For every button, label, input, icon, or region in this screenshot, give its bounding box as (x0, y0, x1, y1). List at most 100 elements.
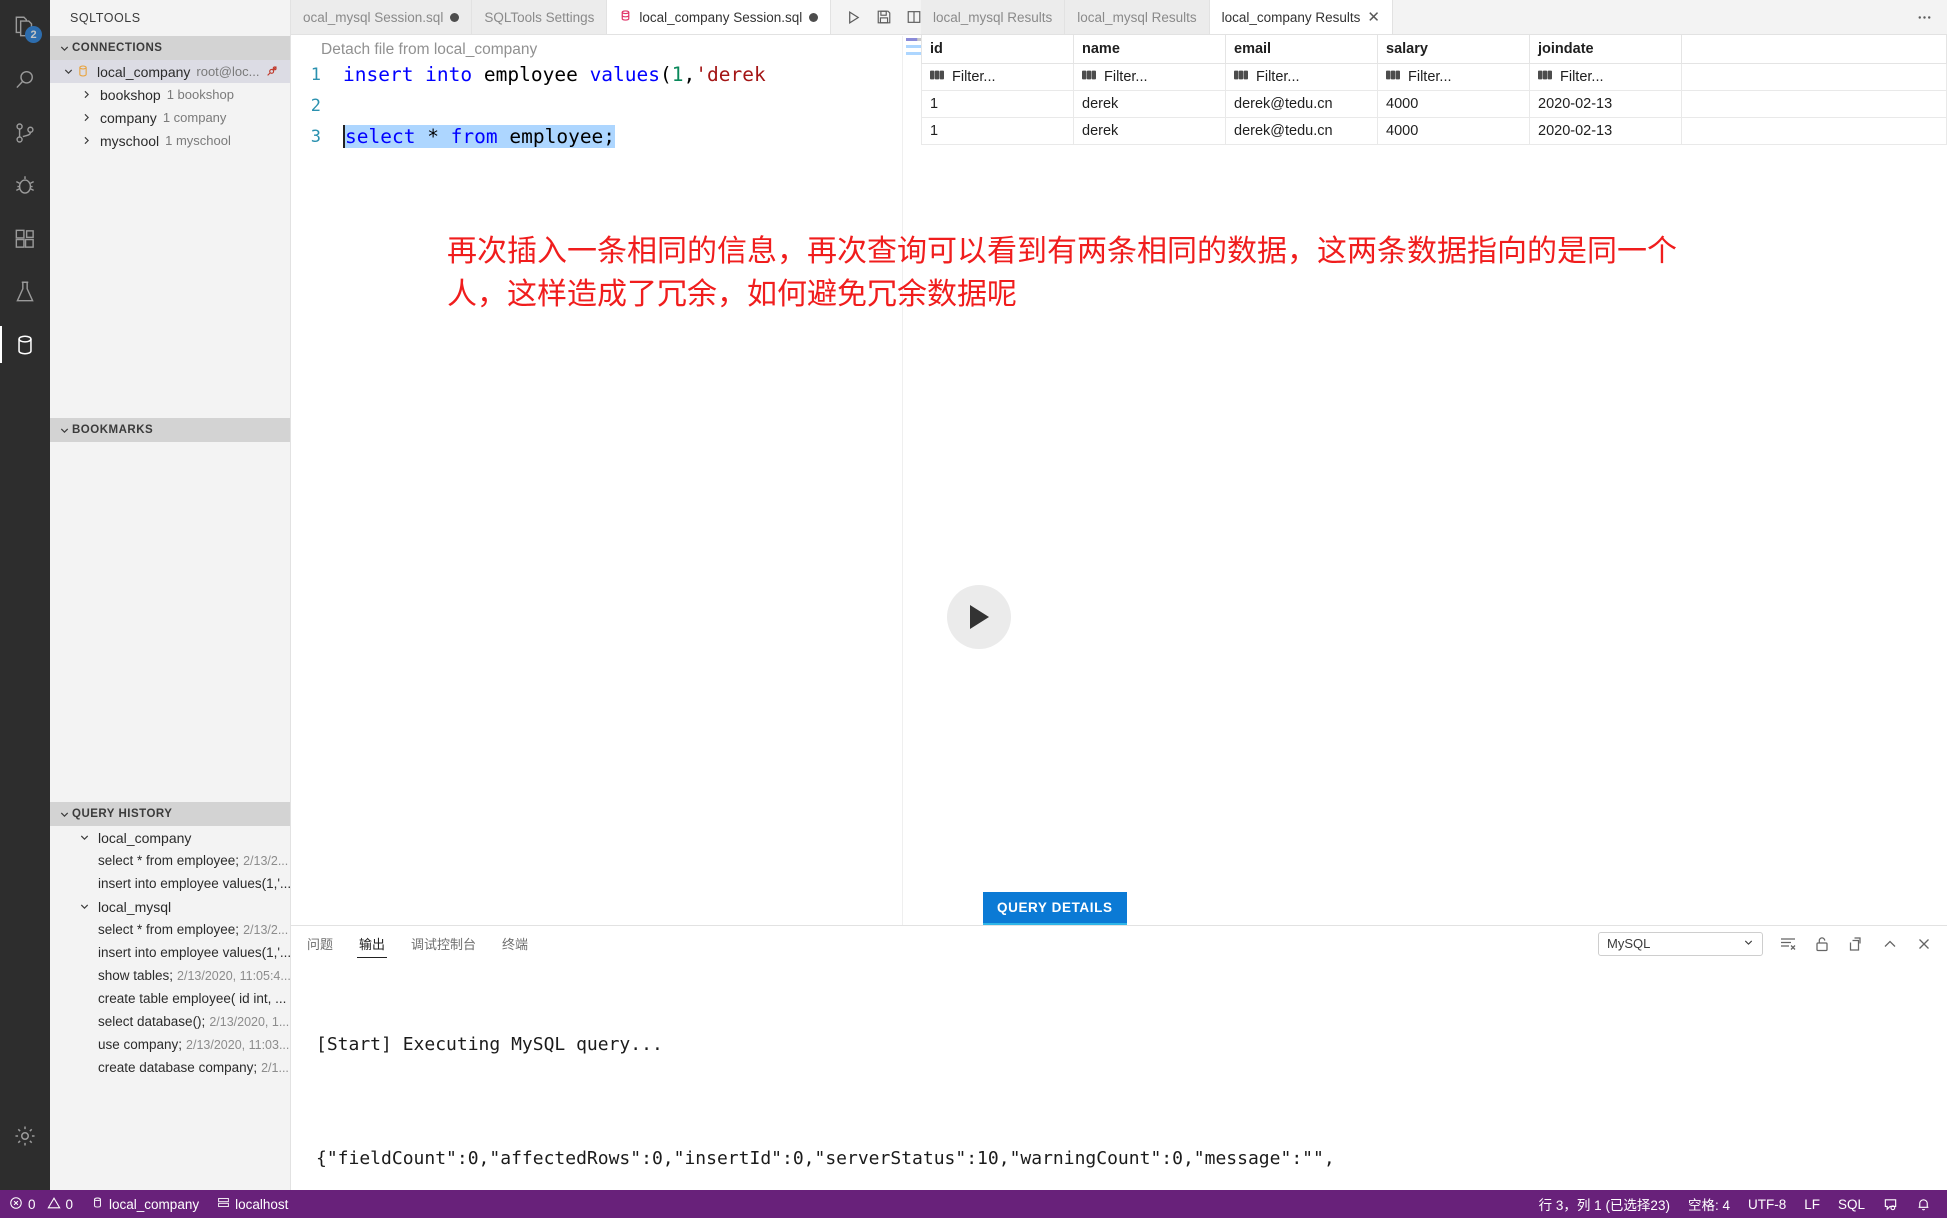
explorer-badge: 2 (25, 26, 42, 43)
history-item[interactable]: show tables; 2/13/2020, 11:05:4... (50, 964, 290, 987)
section-header-bookmarks[interactable]: BOOKMARKS (50, 418, 290, 442)
run-query-icon[interactable] (845, 9, 862, 26)
output-channel-select[interactable]: MySQL (1598, 931, 1763, 956)
cell-email[interactable]: derek@tedu.cn (1225, 117, 1378, 145)
column-header-salary[interactable]: salary (1377, 35, 1530, 64)
video-play-button[interactable] (947, 585, 1011, 649)
editor-content[interactable]: Detach file from local_company 1 insert … (291, 35, 921, 925)
editor-tab-sqltools-settings[interactable]: SQLTools Settings (472, 0, 608, 34)
filter-cell-email[interactable]: Filter... (1225, 63, 1378, 91)
results-tab-local-company[interactable]: local_company Results ✕ (1209, 0, 1393, 34)
more-actions-icon[interactable] (1916, 9, 1933, 26)
filter-cell-name[interactable]: Filter... (1073, 63, 1226, 91)
column-header-id[interactable]: id (921, 35, 1074, 64)
open-in-editor-icon[interactable] (1847, 935, 1865, 953)
status-cursor-position[interactable]: 行 3，列 1 (已选择23) (1530, 1190, 1679, 1218)
filter-cell-joindate[interactable]: Filter... (1529, 63, 1682, 91)
cell-email[interactable]: derek@tedu.cn (1225, 90, 1378, 118)
sidebar-db-bookshop[interactable]: bookshop 1 bookshop (50, 83, 290, 106)
cell-joindate[interactable]: 2020-02-13 (1529, 90, 1682, 118)
activity-item-run-and-debug[interactable] (0, 159, 50, 212)
activity-item-explorer[interactable]: 2 (0, 0, 50, 53)
cell-id[interactable]: 1 (921, 117, 1074, 145)
codelens-detach-file[interactable]: Detach file from local_company (291, 35, 921, 61)
history-item[interactable]: select database(); 2/13/2020, 1... (50, 1010, 290, 1033)
filter-cell-id[interactable]: Filter... (921, 63, 1074, 91)
activity-item-source-control[interactable] (0, 106, 50, 159)
history-group-local-company[interactable]: local_company (50, 826, 290, 849)
history-item[interactable]: insert into employee values(1,'... (50, 941, 290, 964)
history-item[interactable]: select * from employee; 2/13/2... (50, 849, 290, 872)
db-detail: 1 company (162, 110, 227, 125)
cell-id[interactable]: 1 (921, 90, 1074, 118)
column-header-name[interactable]: name (1073, 35, 1226, 64)
status-feedback[interactable] (1874, 1190, 1907, 1218)
column-header-joindate[interactable]: joindate (1529, 35, 1682, 64)
activity-item-testing[interactable] (0, 265, 50, 318)
panel-tab-output[interactable]: 输出 (357, 930, 388, 958)
cell-salary[interactable]: 4000 (1377, 117, 1530, 145)
history-item[interactable]: insert into employee values(1,'... (50, 872, 290, 895)
results-tab-local-mysql-2[interactable]: local_mysql Results (1065, 0, 1210, 34)
code-token: from (450, 125, 510, 148)
results-grid-container: id name email salary joindate Filter... (921, 35, 1947, 925)
section-header-query-history[interactable]: QUERY HISTORY (50, 802, 290, 826)
history-timestamp: 2/13/2... (243, 922, 289, 937)
panel-tab-problems[interactable]: 问题 (305, 930, 335, 957)
sidebar-db-myschool[interactable]: myschool 1 myschool (50, 129, 290, 152)
connected-plug-icon[interactable] (265, 64, 281, 80)
status-language-mode[interactable]: SQL (1829, 1190, 1874, 1218)
panel-tab-debug-console[interactable]: 调试控制台 (409, 930, 478, 957)
status-indentation[interactable]: 空格: 4 (1679, 1190, 1739, 1218)
output-console[interactable]: [Start] Executing MySQL query... {"field… (291, 961, 1933, 1190)
cell-name[interactable]: derek (1073, 90, 1226, 118)
save-icon[interactable] (876, 9, 892, 25)
filter-placeholder: Filter... (1104, 69, 1148, 85)
clear-output-icon[interactable] (1779, 935, 1797, 953)
editor-tab-local-mysql-session[interactable]: ocal_mysql Session.sql (291, 0, 473, 34)
history-item[interactable]: select * from employee; 2/13/2... (50, 918, 290, 941)
close-icon[interactable]: ✕ (1367, 10, 1380, 25)
lock-scroll-icon[interactable] (1813, 935, 1831, 953)
status-server[interactable]: localhost (208, 1190, 297, 1218)
close-icon[interactable] (1915, 935, 1933, 953)
abc-filter-icon (1234, 69, 1250, 85)
vscode-window: 2 SQLTOOLS CONNECTIONS local_company roo… (0, 0, 1947, 1218)
connection-local-company[interactable]: local_company root@loc... (50, 60, 290, 83)
split-editor-icon[interactable] (906, 9, 922, 25)
history-item[interactable]: use company; 2/13/2020, 11:03... (50, 1033, 290, 1056)
cell-salary[interactable]: 4000 (1377, 90, 1530, 118)
column-header-email[interactable]: email (1225, 35, 1378, 64)
panel-tab-terminal[interactable]: 终端 (500, 930, 530, 957)
editor-tab-local-company-session[interactable]: local_company Session.sql (607, 0, 832, 34)
query-details-button[interactable]: QUERY DETAILS (983, 892, 1127, 925)
cell-joindate[interactable]: 2020-02-13 (1529, 117, 1682, 145)
chevron-up-icon[interactable] (1881, 935, 1899, 953)
cell-name[interactable]: derek (1073, 117, 1226, 145)
activity-item-sqltools-database[interactable] (0, 318, 50, 371)
history-item[interactable]: create database company; 2/1... (50, 1056, 290, 1079)
history-group-local-mysql[interactable]: local_mysql (50, 895, 290, 918)
status-problems[interactable]: 0 0 (0, 1190, 82, 1218)
sidebar-db-company[interactable]: company 1 company (50, 106, 290, 129)
activity-item-search[interactable] (0, 53, 50, 106)
activity-item-extensions[interactable] (0, 212, 50, 265)
results-grid: id name email salary joindate Filter... (921, 35, 1947, 145)
status-encoding[interactable]: UTF-8 (1739, 1190, 1795, 1218)
db-name: bookshop (100, 86, 161, 103)
chevron-down-icon (76, 830, 92, 846)
query-history-section: QUERY HISTORY local_company select * fro… (50, 802, 290, 1079)
table-row[interactable]: 1 derek derek@tedu.cn 4000 2020-02-13 (921, 90, 1947, 118)
section-header-connections[interactable]: CONNECTIONS (50, 36, 290, 60)
activity-item-manage-settings[interactable] (0, 1109, 50, 1162)
status-connection[interactable]: local_company (82, 1190, 208, 1218)
db-name: company (100, 109, 157, 126)
filter-cell-salary[interactable]: Filter... (1377, 63, 1530, 91)
status-eol[interactable]: LF (1795, 1190, 1829, 1218)
status-notifications-bell[interactable] (1907, 1190, 1947, 1218)
table-row[interactable]: 1 derek derek@tedu.cn 4000 2020-02-13 (921, 117, 1947, 145)
history-item[interactable]: create table employee( id int, ... (50, 987, 290, 1010)
results-tab-local-mysql-1[interactable]: local_mysql Results (921, 0, 1066, 34)
filter-placeholder: Filter... (1560, 69, 1604, 85)
database-icon (76, 64, 92, 80)
